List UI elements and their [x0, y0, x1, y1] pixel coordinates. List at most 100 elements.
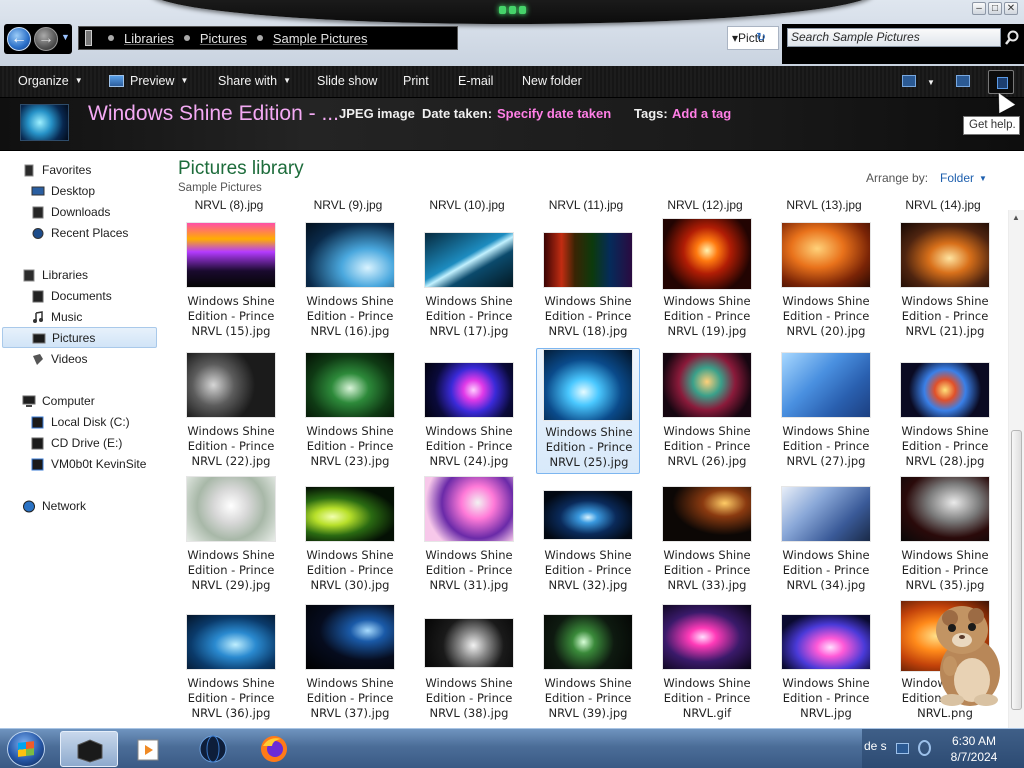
close-button[interactable]: ✕ — [1004, 2, 1018, 15]
thumbnail-tile[interactable]: Windows Shine Edition - Prince NRVL (17).j… — [417, 218, 521, 344]
thumbnail-tile[interactable]: Windows Shine Edition - Prince NRVL (20).j… — [774, 218, 878, 344]
clock[interactable]: 6:30 AM 8/7/2024 — [942, 733, 1006, 765]
thumbnail-tile[interactable]: Windows Shine Edition - Prince NRVL (27).j… — [774, 348, 878, 474]
maximize-button[interactable]: □ — [988, 2, 1002, 15]
thumbnail-image[interactable] — [186, 352, 276, 418]
nav-documents[interactable]: Documents — [31, 286, 161, 307]
windows-logo-icon[interactable] — [7, 731, 45, 767]
thumbnail-image[interactable] — [900, 222, 990, 288]
thumbnail-image[interactable] — [900, 362, 990, 418]
thumbnail-tile[interactable]: Windows Shine Edition - Prince NRVL (30).j… — [298, 472, 402, 598]
nav-desktop[interactable]: Desktop — [31, 181, 161, 202]
thumbnail-tile[interactable]: Windows Shine Edition - Prince NRVL (31).j… — [417, 472, 521, 598]
refresh-icon[interactable]: ↻ — [756, 30, 766, 44]
nav-recent-places[interactable]: Recent Places — [31, 223, 161, 244]
thumbnail-image[interactable] — [186, 476, 276, 542]
taskbar-media-player-button[interactable] — [120, 731, 178, 767]
address-bar[interactable]: Libraries Pictures Sample Pictures — [78, 26, 458, 50]
thumbnail-tile[interactable]: Windows Shine Edition - Prince NRVL (32).j… — [536, 472, 640, 598]
thumbnail-image[interactable] — [186, 614, 276, 670]
thumbnail-image[interactable] — [424, 232, 514, 288]
partial-file-name[interactable]: NRVL (11).jpg — [530, 200, 642, 212]
partial-file-name[interactable]: NRVL (14).jpg — [887, 200, 999, 212]
partial-file-name[interactable]: NRVL (13).jpg — [768, 200, 880, 212]
thumbnail-image[interactable] — [424, 476, 514, 542]
nav-network-drive[interactable]: VM0b0t KevinSite — [31, 454, 161, 475]
thumbnail-image[interactable] — [543, 614, 633, 670]
nav-libraries[interactable]: Libraries — [22, 265, 162, 286]
forward-arrow-icon[interactable]: → — [34, 27, 58, 51]
email-button[interactable]: E-mail — [458, 74, 493, 88]
organize-button[interactable]: Organize ▼ — [18, 74, 83, 88]
thumbnail-image[interactable] — [543, 349, 633, 421]
date-taken-value[interactable]: Specify date taken — [497, 106, 611, 121]
thumbnail-image[interactable] — [424, 362, 514, 418]
address-dropdown[interactable]: ▾Pictu — [727, 26, 779, 50]
breadcrumb-pictures[interactable]: Pictures — [200, 31, 247, 46]
thumbnail-tile[interactable]: Windows Shine Edition - Prince NRVL (24).j… — [417, 348, 521, 474]
new-folder-button[interactable]: New folder — [522, 74, 582, 88]
recent-pages-dropdown[interactable]: ▼ — [61, 32, 70, 42]
thumbnail-image[interactable] — [781, 486, 871, 542]
minimize-button[interactable]: – — [972, 2, 986, 15]
thumbnail-tile[interactable]: Windows Shine Edition - Prince NRVL (34).j… — [774, 472, 878, 598]
nav-computer[interactable]: Computer — [22, 391, 162, 412]
nav-downloads[interactable]: Downloads — [31, 202, 161, 223]
taskbar-firefox-button[interactable] — [246, 731, 304, 767]
display-icon[interactable] — [896, 743, 909, 754]
thumbnail-image[interactable] — [543, 490, 633, 540]
thumbnail-image[interactable] — [781, 222, 871, 288]
back-arrow-icon[interactable]: ← — [7, 27, 31, 51]
search-icon[interactable] — [1004, 29, 1020, 47]
partial-file-name[interactable]: NRVL (8).jpg — [173, 200, 285, 212]
nav-videos[interactable]: Videos — [31, 349, 161, 370]
partial-file-name[interactable]: NRVL (12).jpg — [649, 200, 761, 212]
thumbnail-tile[interactable]: Windows Shine Edition - Prince NRVL (29).j… — [179, 472, 283, 598]
partial-file-name[interactable]: NRVL (10).jpg — [411, 200, 523, 212]
thumbnail-image[interactable] — [662, 604, 752, 670]
search-input[interactable]: Search Sample Pictures — [787, 28, 1001, 47]
breadcrumb-libraries[interactable]: Libraries — [124, 31, 174, 46]
thumbnail-tile[interactable]: Windows Shine Edition - Prince NRVL (36).j… — [179, 600, 283, 726]
thumbnail-image[interactable] — [305, 604, 395, 670]
thumbnail-image[interactable] — [662, 352, 752, 418]
thumbnail-tile[interactable]: Windows Shine Edition - Prince NRVL (16).j… — [298, 218, 402, 344]
scroll-up-icon[interactable]: ▲ — [1012, 213, 1020, 222]
thumbnail-image[interactable] — [424, 618, 514, 668]
change-view-icon[interactable] — [902, 75, 916, 87]
thumbnail-image[interactable] — [662, 218, 752, 290]
print-button[interactable]: Print — [403, 74, 429, 88]
thumbnail-tile[interactable]: Windows Shine Edition - Prince NRVL (25).j… — [536, 348, 640, 474]
thumbnail-image[interactable] — [305, 222, 395, 288]
nav-pictures[interactable]: Pictures — [2, 327, 157, 348]
preview-pane-icon[interactable] — [956, 75, 970, 87]
view-options-icon[interactable]: ▼ — [927, 78, 935, 87]
arrange-by-dropdown[interactable]: Folder ▼ — [940, 171, 987, 185]
thumbnail-tile[interactable]: Windows Shine Edition - Prince NRVL.gif — [655, 600, 759, 726]
partial-file-name[interactable]: NRVL (9).jpg — [292, 200, 404, 212]
tags-value[interactable]: Add a tag — [672, 106, 731, 121]
thumbnail-tile[interactable]: Windows Shine Edition - Prince NRVL (26).j… — [655, 348, 759, 474]
breadcrumb-sample-pictures[interactable]: Sample Pictures — [273, 31, 368, 46]
thumbnail-image[interactable] — [186, 222, 276, 288]
taskbar-browser-button[interactable] — [184, 731, 242, 767]
nav-music[interactable]: Music — [31, 307, 161, 328]
thumbnail-image[interactable] — [900, 476, 990, 542]
thumbnail-tile[interactable]: Windows Shine Edition - Prince NRVL (21).j… — [893, 218, 997, 344]
scrollbar-thumb[interactable] — [1011, 430, 1022, 710]
share-with-button[interactable]: Share with ▼ — [218, 74, 291, 88]
thumbnail-image[interactable] — [305, 486, 395, 542]
thumbnail-tile[interactable]: Windows Shine Edition - Prince NRVL (33).j… — [655, 472, 759, 598]
thumbnail-tile[interactable]: Windows Shine Edition - Prince NRVL (19).j… — [655, 218, 759, 344]
thumbnail-image[interactable] — [305, 352, 395, 418]
nav-network[interactable]: Network — [22, 496, 162, 517]
nav-favorites[interactable]: Favorites — [22, 160, 162, 181]
thumbnail-tile[interactable]: Windows Shine Edition - Prince NRVL (23).j… — [298, 348, 402, 474]
thumbnail-image[interactable] — [781, 614, 871, 670]
thumbnail-image[interactable] — [662, 486, 752, 542]
thumbnail-tile[interactable]: Windows Shine Edition - Prince NRVL (22).j… — [179, 348, 283, 474]
preview-button[interactable]: Preview ▼ — [109, 74, 188, 88]
nav-local-disk[interactable]: Local Disk (C:) — [31, 412, 161, 433]
thumbnail-tile[interactable]: Windows Shine Edition - Prince NRVL.jpg — [774, 600, 878, 726]
thumbnail-image[interactable] — [543, 232, 633, 288]
